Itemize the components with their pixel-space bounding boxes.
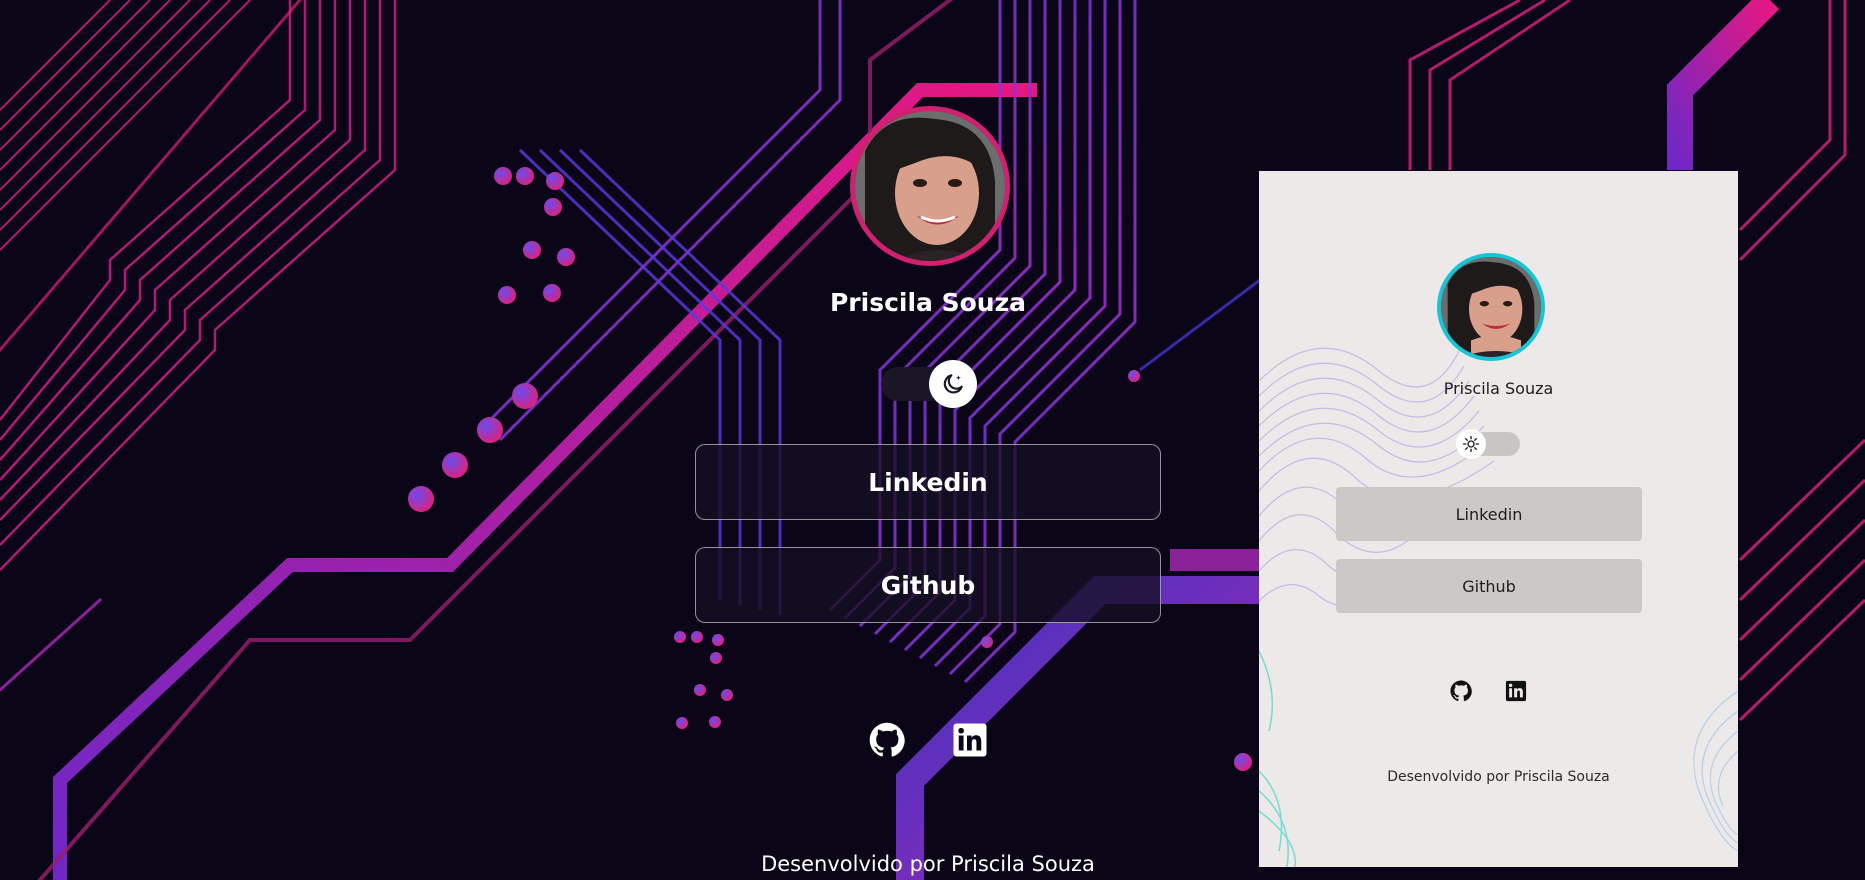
footer-credit: Desenvolvido por Priscila Souza — [1387, 769, 1610, 785]
github-icon[interactable] — [1450, 680, 1472, 702]
moon-icon — [943, 374, 963, 394]
profile-name: Priscila Souza — [829, 288, 1027, 317]
linkedin-icon[interactable] — [1505, 680, 1527, 702]
github-button-label: Github — [880, 570, 976, 600]
profile-avatar — [1437, 253, 1545, 361]
linkedin-button-label: Linkedin — [868, 467, 988, 497]
linkedin-button-label: Linkedin — [1455, 504, 1523, 524]
sun-icon — [1462, 435, 1480, 453]
profile-avatar — [850, 106, 1010, 266]
theme-toggle-knob[interactable] — [929, 360, 977, 408]
github-button-label: Github — [1462, 576, 1516, 596]
profile-photo — [855, 111, 1005, 261]
linkedin-button[interactable]: Linkedin — [695, 444, 1161, 520]
light-theme-preview: Priscila Souza Linkedin Github Desenvolv… — [1259, 171, 1738, 867]
profile-photo — [1441, 257, 1541, 357]
linkedin-icon[interactable] — [952, 722, 988, 758]
footer-credit: Desenvolvido por Priscila Souza — [761, 852, 1095, 876]
theme-toggle-knob[interactable] — [1456, 429, 1486, 459]
linkedin-button[interactable]: Linkedin — [1336, 487, 1642, 541]
github-icon[interactable] — [869, 722, 905, 758]
profile-name: Priscila Souza — [1443, 379, 1554, 398]
github-button[interactable]: Github — [1336, 559, 1642, 613]
github-button[interactable]: Github — [695, 547, 1161, 623]
